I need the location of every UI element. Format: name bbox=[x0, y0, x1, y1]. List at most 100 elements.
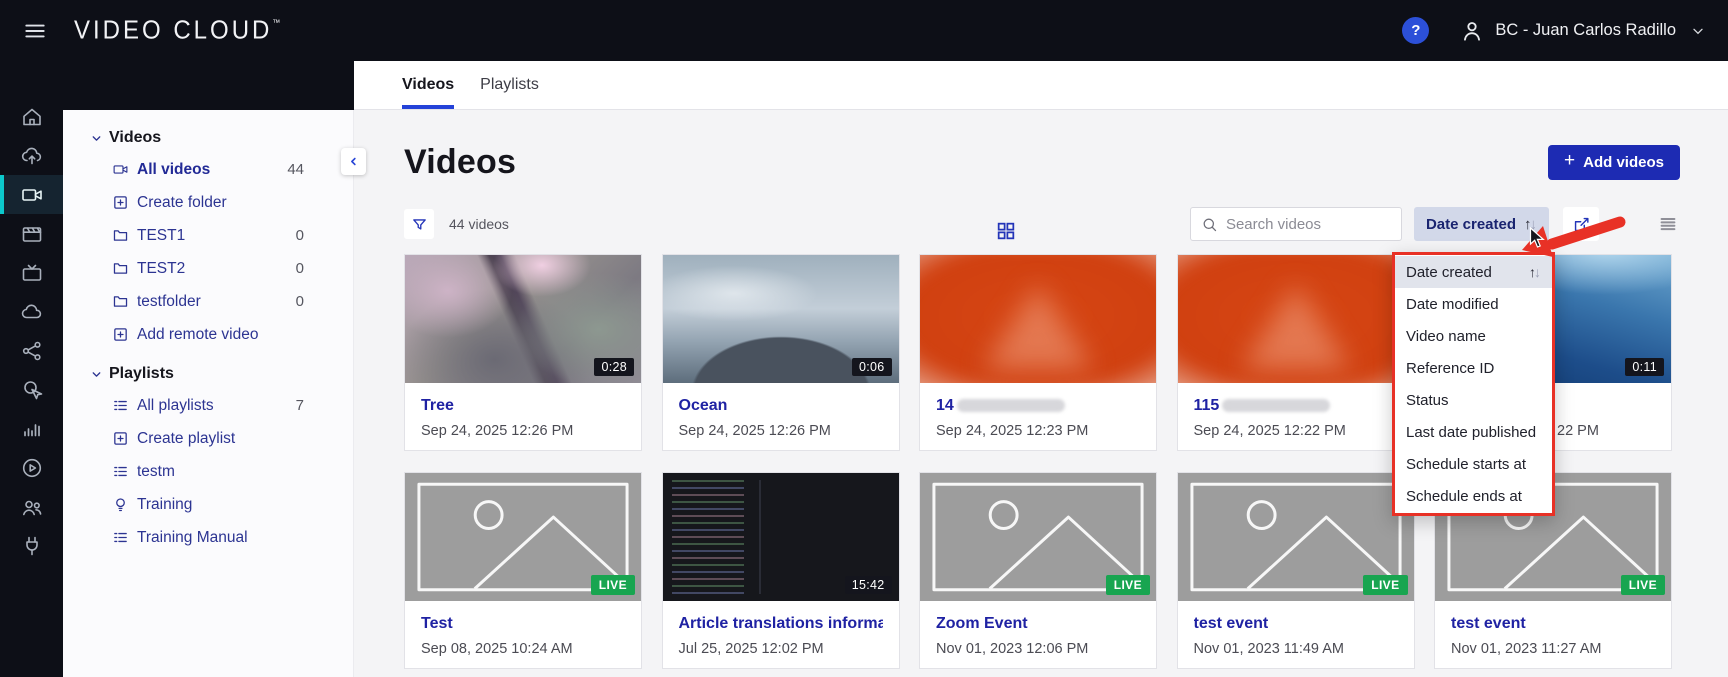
plug-icon bbox=[20, 534, 44, 558]
sort-arrow-down-icon: ↓ bbox=[1530, 216, 1538, 233]
grid-view-button[interactable] bbox=[1617, 219, 1641, 243]
item-count: 0 bbox=[296, 260, 304, 277]
chevron-down-icon bbox=[90, 132, 103, 145]
video-thumbnail[interactable]: 0:06 bbox=[663, 255, 899, 383]
card-body: TreeSep 24, 2025 12:26 PM bbox=[405, 383, 641, 439]
video-title[interactable]: Test bbox=[421, 614, 625, 633]
video-thumbnail[interactable] bbox=[920, 255, 1156, 383]
export-button[interactable] bbox=[1563, 207, 1599, 241]
view-toggle bbox=[1617, 206, 1680, 243]
sort-option-date-modified[interactable]: Date modified bbox=[1395, 288, 1552, 320]
folder-icon bbox=[112, 293, 129, 310]
video-thumbnail[interactable]: LIVE bbox=[405, 473, 641, 601]
add-videos-button[interactable]: + Add videos bbox=[1548, 145, 1680, 180]
rail-item-analytics-bars[interactable] bbox=[0, 409, 63, 448]
sort-option-video-name[interactable]: Video name bbox=[1395, 320, 1552, 352]
rail-item-clapperboard[interactable] bbox=[0, 214, 63, 253]
video-title[interactable]: Article translations informal tr bbox=[679, 614, 883, 633]
sort-option-status[interactable]: Status bbox=[1395, 384, 1552, 416]
search-input[interactable] bbox=[1226, 216, 1391, 233]
video-date: Nov 01, 2023 12:06 PM bbox=[936, 641, 1140, 657]
video-thumbnail[interactable]: LIVE bbox=[1178, 473, 1414, 601]
sort-button-label: Date created bbox=[1426, 216, 1516, 233]
video-card[interactable]: LIVE Test Sep 08, 2025 10:24 AM bbox=[404, 472, 642, 669]
rail-item-cloud[interactable] bbox=[0, 292, 63, 331]
folder-icon bbox=[112, 260, 129, 277]
video-card[interactable]: 115Sep 24, 2025 12:22 PM bbox=[1177, 254, 1415, 451]
video-thumbnail[interactable]: LIVE bbox=[920, 473, 1156, 601]
video-card[interactable]: 14Sep 24, 2025 12:23 PM bbox=[919, 254, 1157, 451]
redacted-title-blur bbox=[957, 399, 1065, 412]
video-title[interactable]: test event bbox=[1194, 614, 1398, 633]
sidebar-item-create-playlist[interactable]: Create playlist bbox=[63, 422, 353, 455]
video-title[interactable]: 115 bbox=[1194, 396, 1398, 415]
sort-option-schedule-ends-at[interactable]: Schedule ends at bbox=[1395, 480, 1552, 512]
sort-option-label: Status bbox=[1406, 392, 1449, 409]
nav-section-videos[interactable]: Videos bbox=[63, 123, 353, 153]
help-button[interactable]: ? bbox=[1402, 17, 1429, 44]
video-title-text: 14 bbox=[936, 397, 954, 415]
rail-item-users[interactable] bbox=[0, 487, 63, 526]
sidebar-item-add-remote-video[interactable]: Add remote video bbox=[63, 318, 353, 351]
user-menu-chevron-icon[interactable] bbox=[1690, 23, 1706, 39]
export-icon bbox=[1572, 215, 1591, 234]
video-date: Jul 25, 2025 12:02 PM bbox=[679, 641, 883, 657]
video-date: Sep 08, 2025 10:24 AM bbox=[421, 641, 625, 657]
video-card[interactable]: 15:42 Article translations informal tr Jul… bbox=[662, 472, 900, 669]
cloud-upload-icon bbox=[20, 144, 44, 168]
sidebar-item-all-videos[interactable]: All videos44 bbox=[63, 153, 353, 186]
app-logo-text: VIDEO CLOUD bbox=[74, 15, 272, 45]
sort-option-reference-id[interactable]: Reference ID bbox=[1395, 352, 1552, 384]
sidebar-item-test2[interactable]: TEST2 0 bbox=[63, 252, 353, 285]
sort-option-schedule-starts-at[interactable]: Schedule starts at bbox=[1395, 448, 1552, 480]
playlist-icon bbox=[112, 529, 129, 546]
sort-dropdown-menu: Date created↑↓Date modifiedVideo nameRef… bbox=[1392, 252, 1555, 516]
sidebar-item-create-folder[interactable]: Create folder bbox=[63, 186, 353, 219]
sidebar-item-training-manual[interactable]: Training Manual bbox=[63, 521, 353, 554]
rail-item-home[interactable] bbox=[0, 97, 63, 136]
rail-item-plug[interactable] bbox=[0, 526, 63, 565]
sort-option-label: Schedule starts at bbox=[1406, 456, 1526, 473]
list-view-icon bbox=[1657, 213, 1679, 235]
sidebar-item-testfolder[interactable]: testfolder0 bbox=[63, 285, 353, 318]
sidebar-item-label: TEST2 bbox=[137, 260, 185, 278]
nav-section-playlists[interactable]: Playlists bbox=[63, 359, 353, 389]
video-thumbnail[interactable]: 0:28 bbox=[405, 255, 641, 383]
video-title[interactable]: test event bbox=[1451, 614, 1655, 633]
rail-item-cloud-upload[interactable] bbox=[0, 136, 63, 175]
header-right: ? BC - Juan Carlos Radillo bbox=[1402, 17, 1706, 44]
sidebar-item-test1[interactable]: TEST10 bbox=[63, 219, 353, 252]
video-card[interactable]: LIVE Zoom Event Nov 01, 2023 12:06 PM bbox=[919, 472, 1157, 669]
rail-item-tv[interactable] bbox=[0, 253, 63, 292]
sidebar-item-all-playlists[interactable]: All playlists7 bbox=[63, 389, 353, 422]
user-name[interactable]: BC - Juan Carlos Radillo bbox=[1495, 21, 1676, 40]
top-header: VIDEO CLOUD ™ ? BC - Juan Carlos Radillo bbox=[0, 0, 1728, 61]
video-card[interactable]: LIVEtest eventNov 01, 2023 11:49 AM bbox=[1177, 472, 1415, 669]
rail-item-share-nodes[interactable] bbox=[0, 331, 63, 370]
sort-option-date-created[interactable]: Date created↑↓ bbox=[1395, 256, 1552, 288]
video-card[interactable]: 0:06OceanSep 24, 2025 12:26 PM bbox=[662, 254, 900, 451]
video-title[interactable]: Ocean bbox=[679, 396, 883, 415]
hamburger-menu-icon[interactable] bbox=[22, 18, 48, 44]
video-card[interactable]: 0:28TreeSep 24, 2025 12:26 PM bbox=[404, 254, 642, 451]
sidebar-item-training[interactable]: Training bbox=[63, 488, 353, 521]
list-view-button[interactable] bbox=[1656, 212, 1680, 236]
user-avatar-icon[interactable] bbox=[1459, 18, 1485, 44]
video-title[interactable]: Zoom Event bbox=[936, 614, 1140, 633]
sort-button[interactable]: Date created ↑↓ bbox=[1414, 207, 1549, 241]
collapse-sidebar-button[interactable] bbox=[341, 148, 366, 175]
sort-option-last-date-published[interactable]: Last date published bbox=[1395, 416, 1552, 448]
video-title-text: test event bbox=[1194, 615, 1269, 633]
tab-videos[interactable]: Videos bbox=[402, 61, 454, 109]
video-title[interactable]: Tree bbox=[421, 396, 625, 415]
video-thumbnail[interactable]: 15:42 bbox=[663, 473, 899, 601]
add-videos-label: Add videos bbox=[1583, 154, 1664, 171]
tab-playlists[interactable]: Playlists bbox=[480, 61, 539, 109]
video-title[interactable]: 14 bbox=[936, 396, 1140, 415]
sidebar-item-testm[interactable]: testm bbox=[63, 455, 353, 488]
filter-button[interactable] bbox=[404, 209, 434, 239]
rail-item-play-circle[interactable] bbox=[0, 448, 63, 487]
video-thumbnail[interactable] bbox=[1178, 255, 1414, 383]
rail-item-interactivity[interactable] bbox=[0, 370, 63, 409]
rail-item-video-camera[interactable] bbox=[0, 175, 63, 214]
